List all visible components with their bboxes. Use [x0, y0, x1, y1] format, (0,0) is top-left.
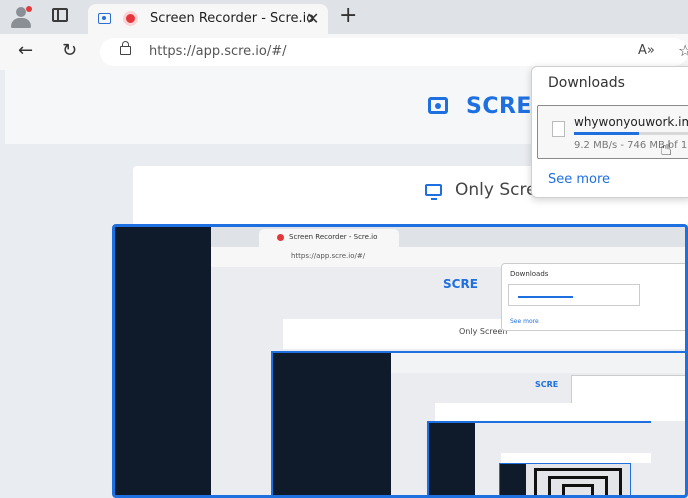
- nested-preview: SCRE: [271, 351, 685, 495]
- download-progress-fill: [574, 132, 639, 135]
- tab-close-icon[interactable]: ✕: [306, 9, 319, 28]
- hand-cursor-icon: ☝: [660, 136, 673, 160]
- file-icon: [552, 121, 565, 137]
- see-more-link[interactable]: See more: [548, 172, 610, 187]
- screen-preview: Screen Recorder - Scre.io https://app.sc…: [112, 224, 688, 498]
- nested-downloads-flyout: Downloads See more: [501, 263, 685, 331]
- back-icon[interactable]: ←: [18, 40, 33, 61]
- nested-record-icon: [277, 234, 284, 241]
- brand-text: SCRE: [466, 94, 532, 119]
- downloads-header: Downloads: [548, 75, 625, 91]
- favorite-star-icon[interactable]: ☆: [678, 41, 688, 60]
- profile-avatar-icon[interactable]: [10, 6, 34, 30]
- nested-download-progress: [518, 296, 573, 298]
- record-logo-icon: [428, 97, 448, 114]
- nested-only-screen: Only Screen: [459, 327, 508, 336]
- nested-screenshot: Screen Recorder - Scre.io https://app.sc…: [211, 227, 685, 495]
- nested-tabstrip: Screen Recorder - Scre.io: [211, 227, 685, 247]
- reload-icon[interactable]: ↻: [62, 40, 77, 61]
- nested-download-item: [508, 284, 640, 306]
- nested-screenshot-2: SCRE: [391, 353, 685, 495]
- read-aloud-icon[interactable]: A»: [638, 43, 655, 58]
- nested-url: https://app.scre.io/#/: [291, 252, 366, 260]
- download-progress-bar: [574, 132, 688, 135]
- address-bar[interactable]: https://app.scre.io/#/ A» ☆: [100, 38, 688, 66]
- nested-screenshot-3: [475, 423, 651, 495]
- notification-dot: [26, 6, 32, 12]
- nested-2-toolbar: [391, 353, 685, 373]
- tab-title: Screen Recorder - Scre.io: [150, 11, 315, 26]
- nested-3-card: [501, 453, 651, 463]
- nested-3-preview: [499, 463, 631, 495]
- tab-strip: Screen Recorder - Scre.io ✕ +: [0, 0, 688, 34]
- tab-actions-icon[interactable]: [52, 8, 68, 22]
- recording-icon: [123, 11, 138, 26]
- recursion-frame: [562, 484, 594, 495]
- monitor-icon: [425, 184, 442, 200]
- nested-brand: SCRE: [443, 277, 478, 291]
- tab-screen-recorder[interactable]: Screen Recorder - Scre.io ✕: [88, 4, 328, 34]
- downloads-flyout: Downloads whywonyouwork.img.l 9.2 MB/s -…: [531, 66, 688, 198]
- tab-sharing-icon: [98, 13, 111, 24]
- nested-2-card: [435, 403, 685, 421]
- nested-2-brand: SCRE: [535, 380, 559, 389]
- url-text[interactable]: https://app.scre.io/#/: [149, 44, 287, 59]
- nested-tab-title: Screen Recorder - Scre.io: [289, 233, 378, 241]
- nested-downloads-header: Downloads: [510, 270, 549, 278]
- nested-tab: Screen Recorder - Scre.io: [259, 229, 399, 247]
- new-tab-icon[interactable]: +: [339, 3, 357, 28]
- nested-screenshot-4: [526, 464, 630, 495]
- profile-shoulders: [11, 18, 31, 28]
- nested-see-more: See more: [510, 318, 539, 325]
- profile-head: [16, 7, 26, 17]
- lock-icon[interactable]: [120, 41, 131, 55]
- download-file-name[interactable]: whywonyouwork.img.l: [574, 115, 688, 129]
- nested-2-preview: [427, 421, 651, 495]
